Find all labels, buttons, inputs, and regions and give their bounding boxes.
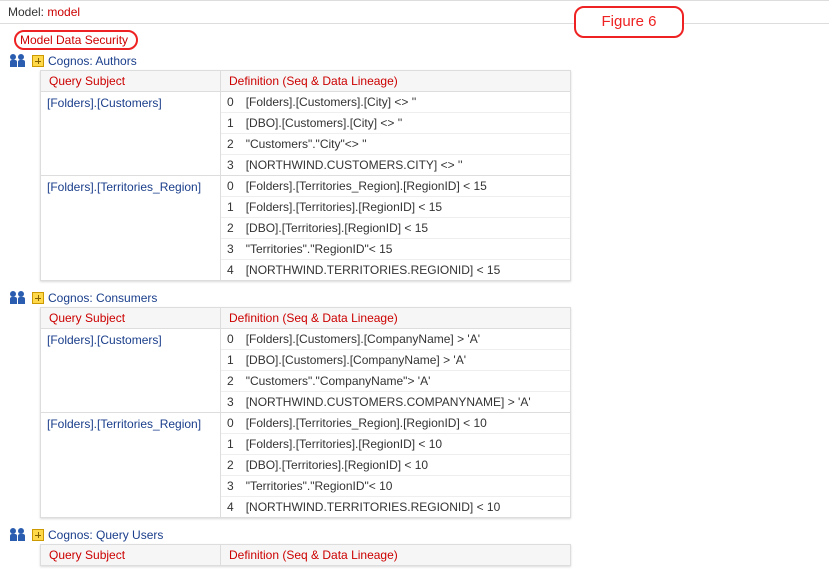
definition-row: 2[DBO].[Territories].[RegionID] < 10 — [221, 455, 570, 476]
definition-text: [Folders].[Territories].[RegionID] < 10 — [240, 434, 570, 455]
query-subject-name[interactable]: [Folders].[Territories_Region] — [41, 413, 220, 435]
definition-row: 3[NORTHWIND.CUSTOMERS.CITY] <> '' — [221, 155, 570, 176]
definition-row: 0[Folders].[Customers].[CompanyName] > '… — [221, 329, 570, 350]
definition-index: 3 — [221, 239, 240, 260]
definition-index: 3 — [221, 392, 240, 413]
definition-row: 0[Folders].[Territories_Region].[RegionI… — [221, 413, 570, 434]
definition-text: [NORTHWIND.CUSTOMERS.COMPANYNAME] > 'A' — [240, 392, 570, 413]
definition-text: [Folders].[Customers].[City] <> '' — [240, 92, 570, 113]
col-query-subject: Query Subject — [41, 71, 221, 92]
definition-text: [DBO].[Customers].[City] <> '' — [240, 113, 570, 134]
definition-text: [DBO].[Territories].[RegionID] < 10 — [240, 455, 570, 476]
expand-icon[interactable] — [32, 529, 44, 541]
definition-index: 4 — [221, 497, 240, 518]
definition-index: 2 — [221, 134, 240, 155]
col-definition: Definition (Seq & Data Lineage) — [221, 308, 571, 329]
definition-row: 2"Customers"."City"<> '' — [221, 134, 570, 155]
definition-list: 0[Folders].[Territories_Region].[RegionI… — [221, 176, 570, 280]
definition-index: 0 — [221, 176, 240, 197]
definition-index: 2 — [221, 455, 240, 476]
definition-list: 0[Folders].[Customers].[CompanyName] > '… — [221, 329, 570, 412]
section-title: Model Data Security — [20, 33, 128, 47]
security-table: Query SubjectDefinition (Seq & Data Line… — [40, 70, 571, 281]
group-name: Cognos: Authors — [48, 54, 137, 68]
group-icon — [10, 528, 28, 542]
table-row: [Folders].[Customers]0[Folders].[Custome… — [41, 329, 571, 413]
table-row: [Folders].[Territories_Region]0[Folders]… — [41, 413, 571, 518]
definition-text: [NORTHWIND.TERRITORIES.REGIONID] < 15 — [240, 260, 570, 281]
definition-row: 1[Folders].[Territories].[RegionID] < 15 — [221, 197, 570, 218]
group-name: Cognos: Consumers — [48, 291, 157, 305]
definition-row: 2"Customers"."CompanyName"> 'A' — [221, 371, 570, 392]
definition-index: 0 — [221, 413, 240, 434]
definition-index: 4 — [221, 260, 240, 281]
definition-text: [Folders].[Territories_Region].[RegionID… — [240, 413, 570, 434]
definition-row: 2[DBO].[Territories].[RegionID] < 15 — [221, 218, 570, 239]
definition-row: 4[NORTHWIND.TERRITORIES.REGIONID] < 10 — [221, 497, 570, 518]
security-group: Cognos: Query Users Query SubjectDefiniti… — [28, 528, 829, 566]
definition-index: 2 — [221, 371, 240, 392]
definition-index: 0 — [221, 92, 240, 113]
definition-text: [NORTHWIND.CUSTOMERS.CITY] <> '' — [240, 155, 570, 176]
group-header[interactable]: Cognos: Consumers — [10, 291, 829, 305]
definition-text: "Customers"."CompanyName"> 'A' — [240, 371, 570, 392]
definition-text: [NORTHWIND.TERRITORIES.REGIONID] < 10 — [240, 497, 570, 518]
definition-row: 3"Territories"."RegionID"< 15 — [221, 239, 570, 260]
expand-icon[interactable] — [32, 292, 44, 304]
table-row: [Folders].[Territories_Region]0[Folders]… — [41, 176, 571, 281]
definition-text: "Territories"."RegionID"< 10 — [240, 476, 570, 497]
group-icon — [10, 291, 28, 305]
definition-index: 3 — [221, 476, 240, 497]
query-subject-name[interactable]: [Folders].[Customers] — [41, 92, 220, 114]
expand-icon[interactable] — [32, 55, 44, 67]
definition-row: 0[Folders].[Territories_Region].[RegionI… — [221, 176, 570, 197]
definition-list: 0[Folders].[Customers].[City] <> ''1[DBO… — [221, 92, 570, 175]
table-row: [Folders].[Customers]0[Folders].[Custome… — [41, 92, 571, 176]
definition-text: "Territories"."RegionID"< 15 — [240, 239, 570, 260]
query-subject-name[interactable]: [Folders].[Customers] — [41, 329, 220, 351]
model-value: model — [47, 5, 80, 19]
definition-index: 2 — [221, 218, 240, 239]
definition-text: "Customers"."City"<> '' — [240, 134, 570, 155]
query-subject-name[interactable]: [Folders].[Territories_Region] — [41, 176, 220, 198]
group-header[interactable]: Cognos: Authors — [10, 54, 829, 68]
definition-text: [Folders].[Customers].[CompanyName] > 'A… — [240, 329, 570, 350]
definition-index: 1 — [221, 113, 240, 134]
definition-text: [Folders].[Territories_Region].[RegionID… — [240, 176, 570, 197]
group-header[interactable]: Cognos: Query Users — [10, 528, 829, 542]
definition-list: 0[Folders].[Territories_Region].[RegionI… — [221, 413, 570, 517]
definition-text: [DBO].[Customers].[CompanyName] > 'A' — [240, 350, 570, 371]
definition-index: 1 — [221, 434, 240, 455]
definition-text: [Folders].[Territories].[RegionID] < 15 — [240, 197, 570, 218]
definition-row: 4[NORTHWIND.TERRITORIES.REGIONID] < 15 — [221, 260, 570, 281]
col-query-subject: Query Subject — [41, 308, 221, 329]
model-row: Model: model — [0, 1, 829, 24]
definition-index: 0 — [221, 329, 240, 350]
col-query-subject: Query Subject — [41, 545, 221, 566]
model-label: Model: — [8, 5, 44, 19]
definition-row: 3[NORTHWIND.CUSTOMERS.COMPANYNAME] > 'A' — [221, 392, 570, 413]
definition-index: 3 — [221, 155, 240, 176]
definition-row: 1[DBO].[Customers].[CompanyName] > 'A' — [221, 350, 570, 371]
col-definition: Definition (Seq & Data Lineage) — [221, 71, 571, 92]
definition-text: [DBO].[Territories].[RegionID] < 15 — [240, 218, 570, 239]
security-table: Query SubjectDefinition (Seq & Data Line… — [40, 544, 571, 566]
section-title-highlight: Model Data Security — [14, 30, 138, 50]
definition-row: 1[Folders].[Territories].[RegionID] < 10 — [221, 434, 570, 455]
definition-row: 3"Territories"."RegionID"< 10 — [221, 476, 570, 497]
security-table: Query SubjectDefinition (Seq & Data Line… — [40, 307, 571, 518]
security-group: Cognos: Authors Query SubjectDefinition (… — [28, 54, 829, 281]
definition-row: 1[DBO].[Customers].[City] <> '' — [221, 113, 570, 134]
definition-index: 1 — [221, 197, 240, 218]
definition-row: 0[Folders].[Customers].[City] <> '' — [221, 92, 570, 113]
col-definition: Definition (Seq & Data Lineage) — [221, 545, 571, 566]
security-group: Cognos: Consumers Query SubjectDefinition… — [28, 291, 829, 518]
group-icon — [10, 54, 28, 68]
definition-index: 1 — [221, 350, 240, 371]
group-name: Cognos: Query Users — [48, 528, 163, 542]
